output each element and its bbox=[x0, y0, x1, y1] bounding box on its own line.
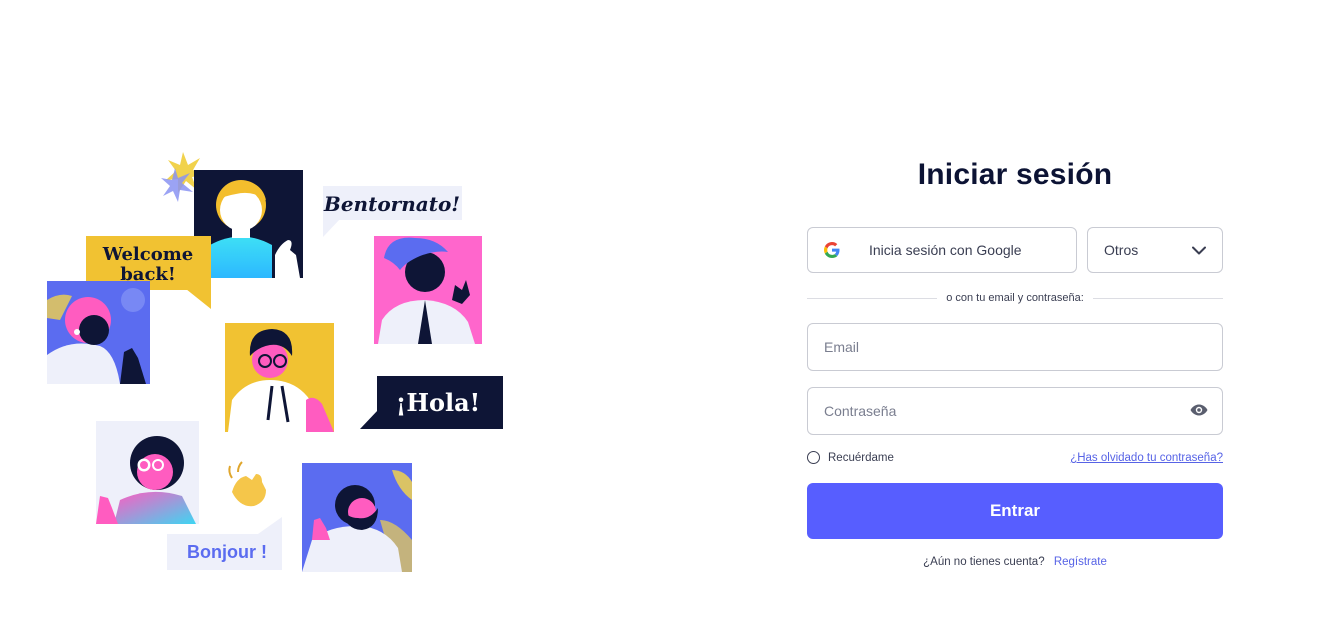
submit-button[interactable]: Entrar bbox=[807, 483, 1223, 539]
forgot-password-link[interactable]: ¿Has olvidado tu contraseña? bbox=[1070, 452, 1223, 464]
divider-line-left bbox=[807, 297, 938, 299]
remember-me-checkbox[interactable]: Recuérdame bbox=[807, 451, 894, 464]
bubble-welcome-line1: Welcome bbox=[102, 244, 194, 265]
bubble-bentornato-text: Bentornato! bbox=[323, 192, 460, 216]
password-field[interactable] bbox=[807, 387, 1223, 435]
others-select-label: Otros bbox=[1104, 242, 1139, 258]
divider-line-right bbox=[1092, 297, 1224, 299]
welcome-illustration: Bentornato! Welcome back! ¡Hola! Bonjour… bbox=[47, 152, 503, 572]
google-g-icon bbox=[824, 242, 840, 258]
divider-text: o con tu email y contraseña: bbox=[946, 292, 1084, 304]
chevron-down-icon bbox=[1192, 246, 1206, 254]
bubble-bonjour-text: Bonjour ! bbox=[187, 542, 267, 562]
google-signin-label: Inicia sesión con Google bbox=[869, 242, 1022, 258]
remember-me-label: Recuérdame bbox=[828, 451, 894, 464]
bubble-hola-text: ¡Hola! bbox=[396, 388, 480, 417]
bubble-bonjour: Bonjour ! bbox=[167, 517, 282, 570]
portrait-pink-hair bbox=[47, 281, 150, 384]
divider: o con tu email y contraseña: bbox=[807, 290, 1224, 306]
waving-hand-icon bbox=[228, 461, 266, 507]
signup-prompt: ¿Aún no tienes cuenta? bbox=[923, 556, 1045, 568]
portrait-pink-bg bbox=[374, 236, 482, 344]
portrait-bearded bbox=[302, 463, 412, 572]
email-field[interactable] bbox=[807, 323, 1223, 371]
portrait-yellow-bg bbox=[225, 323, 334, 432]
google-signin-button[interactable]: Inicia sesión con Google bbox=[807, 227, 1077, 273]
eye-icon[interactable] bbox=[1190, 403, 1208, 417]
bubble-bentornato: Bentornato! bbox=[323, 186, 462, 237]
page-title: Iniciar sesión bbox=[917, 158, 1113, 191]
portrait-light-bg bbox=[96, 421, 199, 524]
signup-row: ¿Aún no tienes cuenta? Regístrate bbox=[807, 556, 1223, 568]
bubble-hola: ¡Hola! bbox=[360, 376, 503, 429]
remember-me-radio[interactable] bbox=[807, 451, 820, 464]
signup-link[interactable]: Regístrate bbox=[1054, 556, 1107, 568]
others-select[interactable]: Otros bbox=[1087, 227, 1223, 273]
